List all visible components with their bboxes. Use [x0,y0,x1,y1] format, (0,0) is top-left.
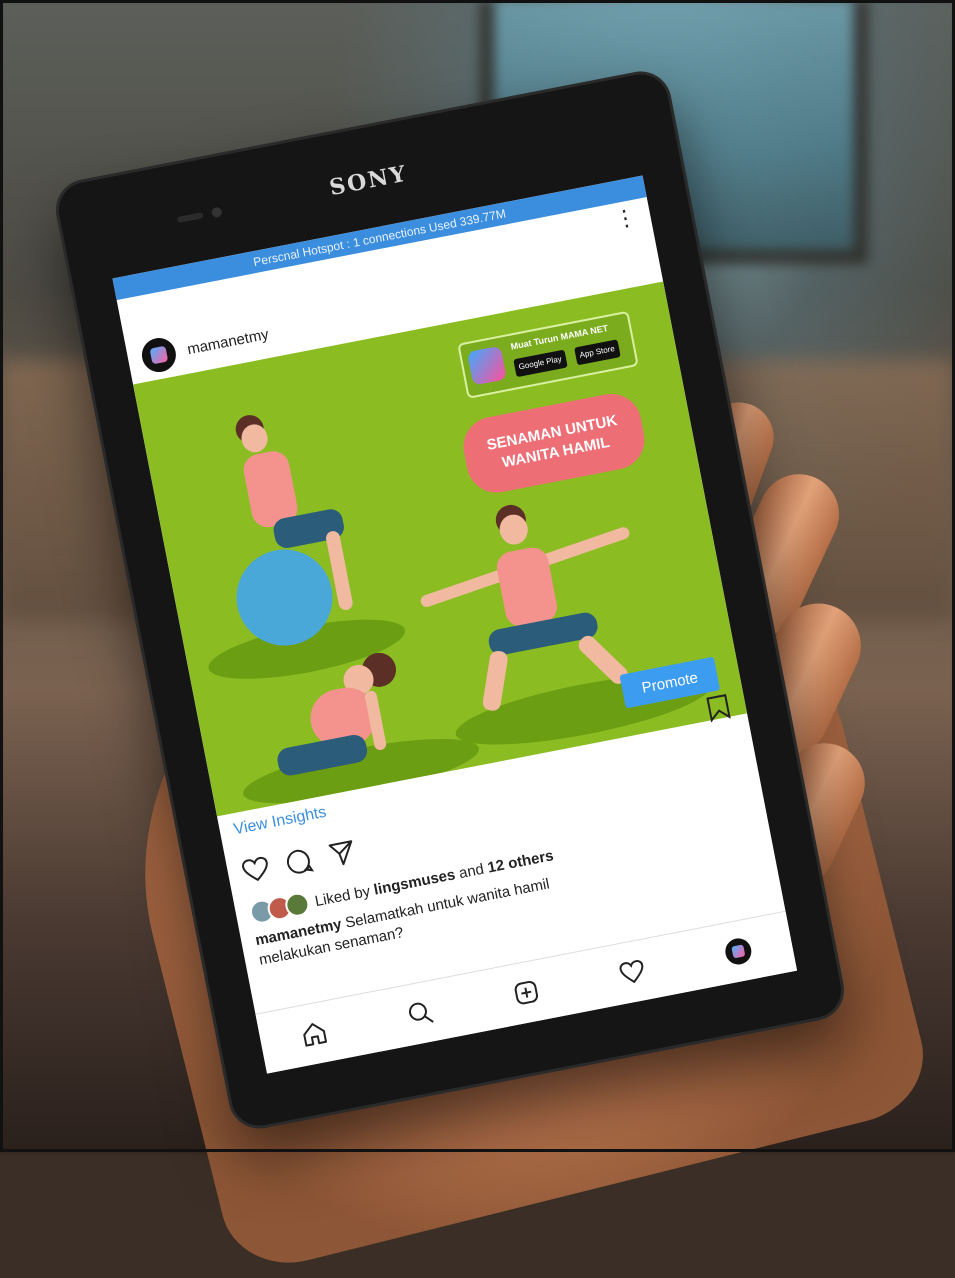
post-action-icons [240,837,359,887]
bookmark-icon[interactable] [705,693,732,723]
profile-avatar[interactable] [138,335,179,375]
app-store-badge: App Store [574,339,621,366]
post-username[interactable]: mamanetmy [186,325,270,357]
app-logo-icon [467,345,507,386]
heart-icon[interactable] [240,854,273,887]
add-icon[interactable] [511,977,541,1007]
google-play-badge: Google Play [513,349,568,378]
share-icon[interactable] [326,837,359,870]
more-vertical-icon[interactable]: ⋮ [612,204,638,233]
liked-user[interactable]: lingsmuses [372,866,456,898]
profile-tab-avatar[interactable] [723,936,754,967]
liked-others[interactable]: 12 others [486,847,555,876]
home-icon[interactable] [299,1019,329,1049]
liked-prefix: Liked by [313,882,372,910]
liked-mid: and [457,860,486,882]
figure-leg-skin [481,649,509,712]
post-title: SENAMAN UNTUK WANITA HAMIL [458,388,650,498]
activity-icon[interactable] [617,957,647,987]
phone-screen: Perscnal Hotspot : 1 connections Used 33… [112,175,798,1074]
comment-icon[interactable] [283,845,316,878]
app-download-badge: Muat Turun MAMA NET Google Play App Stor… [457,310,639,399]
search-icon[interactable] [405,998,435,1028]
